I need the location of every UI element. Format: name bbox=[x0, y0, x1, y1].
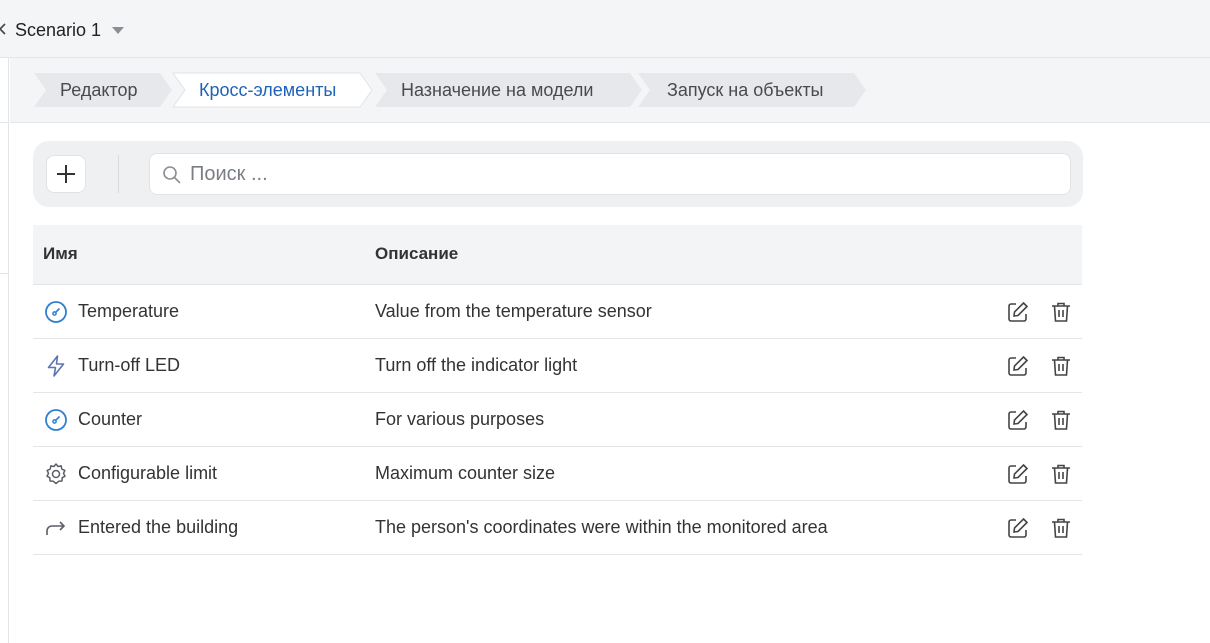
table-row[interactable]: Temperature Value from the temperature s… bbox=[33, 285, 1082, 339]
chevron-left-icon[interactable] bbox=[0, 23, 7, 35]
top-bar: Scenario 1 bbox=[0, 0, 1210, 58]
cross-elements-table: Имя Описание Temperature Value from the … bbox=[33, 225, 1082, 555]
tab-cross-elements[interactable]: Кросс-элементы bbox=[199, 79, 336, 101]
row-description: Turn off the indicator light bbox=[375, 355, 578, 375]
trash-icon[interactable] bbox=[1049, 516, 1073, 540]
row-name: Configurable limit bbox=[78, 463, 218, 483]
edit-icon[interactable] bbox=[1006, 516, 1030, 540]
trash-icon[interactable] bbox=[1049, 408, 1073, 432]
table-row[interactable]: Turn-off LED Turn off the indicator ligh… bbox=[33, 339, 1082, 393]
row-name: Temperature bbox=[78, 301, 180, 321]
add-button[interactable] bbox=[46, 155, 86, 193]
tab-model-assignment[interactable]: Назначение на модели bbox=[401, 79, 593, 101]
trash-icon[interactable] bbox=[1049, 354, 1073, 378]
column-header-description[interactable]: Описание bbox=[375, 244, 458, 264]
edit-icon[interactable] bbox=[1006, 462, 1030, 486]
edit-icon[interactable] bbox=[1006, 354, 1030, 378]
search-box[interactable] bbox=[149, 153, 1071, 195]
tab-editor[interactable]: Редактор bbox=[60, 79, 137, 101]
table-row[interactable]: Entered the building The person's coordi… bbox=[33, 501, 1082, 555]
edit-icon[interactable] bbox=[1006, 408, 1030, 432]
gauge-icon bbox=[45, 409, 67, 431]
wizard-tabs: Редактор Кросс-элементы Назначение на мо… bbox=[10, 58, 1210, 123]
toolbar bbox=[33, 141, 1083, 207]
row-name: Counter bbox=[78, 409, 143, 429]
tab-object-launch[interactable]: Запуск на объекты bbox=[667, 79, 824, 101]
row-description: The person's coordinates were within the… bbox=[375, 517, 828, 537]
gauge-icon bbox=[45, 301, 67, 323]
tab-shapes bbox=[34, 72, 866, 108]
gear-icon bbox=[46, 463, 66, 485]
scenario-name: Scenario 1 bbox=[15, 19, 102, 40]
scenario-selector[interactable]: Scenario 1 bbox=[15, 17, 125, 43]
search-icon bbox=[163, 166, 181, 184]
caret-down-icon bbox=[112, 27, 125, 34]
row-description: Value from the temperature sensor bbox=[375, 301, 652, 321]
column-header-name[interactable]: Имя bbox=[43, 244, 78, 264]
trash-icon[interactable] bbox=[1049, 462, 1073, 486]
plus-icon bbox=[57, 165, 75, 183]
row-name: Turn-off LED bbox=[78, 355, 181, 375]
trash-icon[interactable] bbox=[1049, 300, 1073, 324]
table-header: Имя Описание bbox=[33, 225, 1082, 285]
rail-divider bbox=[0, 122, 9, 123]
row-description: For various purposes bbox=[375, 409, 545, 429]
table-row[interactable]: Counter For various purposes bbox=[33, 393, 1082, 447]
search-input[interactable] bbox=[190, 160, 1050, 188]
left-rail bbox=[0, 58, 9, 643]
lightning-icon bbox=[47, 355, 65, 377]
toolbar-divider bbox=[118, 155, 119, 193]
arrow-forward-icon bbox=[46, 521, 66, 535]
rail-divider bbox=[0, 273, 9, 274]
row-name: Entered the building bbox=[78, 517, 239, 537]
row-description: Maximum counter size bbox=[375, 463, 556, 483]
edit-icon[interactable] bbox=[1006, 300, 1030, 324]
table-row[interactable]: Configurable limit Maximum counter size bbox=[33, 447, 1082, 501]
